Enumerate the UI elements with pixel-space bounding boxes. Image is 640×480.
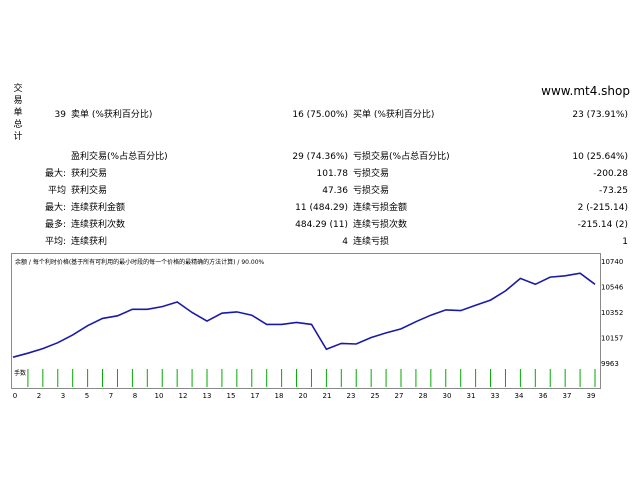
x-tick-label: 23	[347, 392, 356, 400]
x-tick-label: 36	[539, 392, 548, 400]
chart-title: 余额 / 每个利时价格(基于所有可利用的最小时段的每一个价格的最精确的方法计算)…	[15, 258, 265, 266]
x-tick-label: 5	[85, 392, 89, 400]
x-tick-label: 33	[491, 392, 500, 400]
x-tick-label: 15	[227, 392, 236, 400]
y-tick-label: 10546	[601, 283, 624, 291]
y-tick-label: 10157	[601, 335, 623, 343]
x-tick-label: 21	[323, 392, 332, 400]
x-tick-label: 2	[37, 392, 41, 400]
x-tick-label: 30	[443, 392, 452, 400]
x-tick-label: 34	[515, 392, 524, 400]
x-tick-label: 31	[467, 392, 476, 400]
x-tick-label: 0	[13, 392, 17, 400]
x-tick-label: 3	[61, 392, 65, 400]
x-tick-label: 28	[419, 392, 428, 400]
x-tick-label: 13	[203, 392, 212, 400]
balance-chart-svg: 余额 / 每个利时价格(基于所有可利用的最小时段的每一个价格的最精确的方法计算)…	[12, 258, 624, 400]
y-tick-label: 9963	[601, 360, 619, 368]
balance-line	[12, 272, 596, 358]
x-tick-label: 27	[395, 392, 404, 400]
x-tick-label: 37	[563, 392, 572, 400]
x-tick-label: 39	[587, 392, 596, 400]
x-tick-label: 25	[371, 392, 380, 400]
x-tick-label: 10	[155, 392, 164, 400]
y-tick-label: 10740	[601, 258, 623, 266]
x-tick-label: 8	[133, 392, 137, 400]
x-tick-label: 7	[109, 392, 113, 400]
volume-label: 手数	[14, 369, 26, 377]
x-tick-label: 20	[299, 392, 308, 400]
y-tick-label: 10352	[601, 309, 623, 317]
x-tick-label: 18	[275, 392, 284, 400]
x-tick-label: 12	[179, 392, 188, 400]
x-tick-label: 17	[251, 392, 260, 400]
